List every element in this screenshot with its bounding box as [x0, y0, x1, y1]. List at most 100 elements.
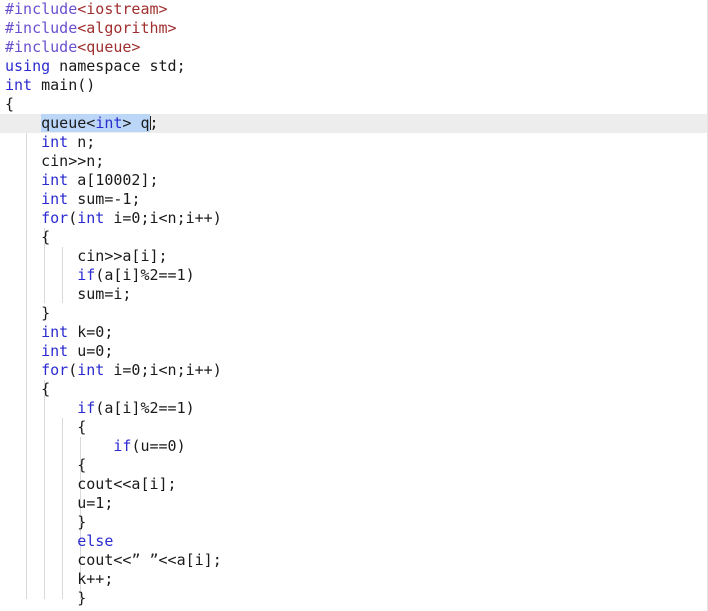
selection-highlight[interactable]: queue<int> q: [41, 114, 150, 132]
token-preprocessor: #include: [5, 19, 78, 37]
token-keyword-for: for: [41, 361, 69, 379]
token-text: <<a[i];: [158, 551, 222, 569]
code-editor[interactable]: #include<iostream> #include<algorithm> #…: [0, 0, 708, 611]
token-text: k=0;: [68, 323, 114, 341]
code-line-26[interactable]: cout<<a[i];: [0, 475, 707, 494]
token-text: sum=i;: [5, 285, 132, 303]
token-text: cout<<a[i];: [5, 475, 177, 493]
code-line-15[interactable]: if(a[i]%2==1): [0, 266, 707, 285]
token-number: 10002: [95, 171, 141, 189]
token-text: a[: [68, 171, 96, 189]
token-text: cout<<: [5, 551, 132, 569]
code-line-9[interactable]: cin>>n;: [0, 152, 707, 171]
token-keyword-int: int: [77, 209, 105, 227]
token-header: <queue>: [77, 38, 141, 56]
token-preprocessor: #include: [5, 0, 78, 18]
code-line-10[interactable]: int a[10002];: [0, 171, 707, 190]
token-keyword-int: int: [41, 171, 69, 189]
code-line-19[interactable]: int u=0;: [0, 342, 707, 361]
token-keyword-int: int: [41, 342, 69, 360]
token-brace-open: {: [5, 380, 51, 398]
code-lines[interactable]: #include<iostream> #include<algorithm> #…: [0, 0, 707, 608]
token-text: (: [68, 361, 78, 379]
code-line-1[interactable]: #include<iostream>: [0, 0, 707, 19]
token-text: k++;: [5, 570, 114, 588]
token-keyword-int: int: [41, 190, 69, 208]
code-line-25[interactable]: {: [0, 456, 707, 475]
code-line-23[interactable]: {: [0, 418, 707, 437]
code-line-28[interactable]: }: [0, 513, 707, 532]
token-brace-close: }: [5, 304, 51, 322]
token-text: cin>>n;: [5, 152, 105, 170]
token-header: <algorithm>: [77, 19, 177, 37]
token-text: (a[i]%2==1): [95, 399, 195, 417]
token-text: (: [68, 209, 78, 227]
code-line-27[interactable]: u=1;: [0, 494, 707, 513]
token-text: u=0;: [68, 342, 114, 360]
token-text: u=1;: [5, 494, 114, 512]
code-line-11[interactable]: int sum=-1;: [0, 190, 707, 209]
token-brace-open: {: [5, 95, 15, 113]
token-string: ” ”: [131, 551, 159, 569]
token-brace-close: }: [5, 513, 87, 531]
token-text: n;: [68, 133, 96, 151]
code-line-22[interactable]: if(a[i]%2==1): [0, 399, 707, 418]
token-text: cin>>a[i];: [5, 247, 168, 265]
token-brace-open: {: [5, 456, 87, 474]
token-keyword-int: int: [5, 76, 33, 94]
token-text: ;: [131, 190, 141, 208]
token-keyword-if: if: [77, 399, 96, 417]
token-keyword-using: using: [5, 57, 51, 75]
code-line-31[interactable]: k++;: [0, 570, 707, 589]
token-text: i=0;i<n;i++): [104, 361, 222, 379]
code-line-16[interactable]: sum=i;: [0, 285, 707, 304]
code-line-30[interactable]: cout<<” ”<<a[i];: [0, 551, 707, 570]
code-line-14[interactable]: cin>>a[i];: [0, 247, 707, 266]
code-line-20[interactable]: for(int i=0;i<n;i++): [0, 361, 707, 380]
token-brace-open: {: [5, 418, 87, 436]
code-line-21[interactable]: {: [0, 380, 707, 399]
code-line-13[interactable]: {: [0, 228, 707, 247]
code-line-17[interactable]: }: [0, 304, 707, 323]
token-keyword-if: if: [77, 266, 96, 284]
code-line-2[interactable]: #include<algorithm>: [0, 19, 707, 38]
token-text: (u==0): [131, 437, 186, 455]
token-keyword-int: int: [77, 361, 105, 379]
token-keyword-for: for: [41, 209, 69, 227]
token-text: sum=-: [68, 190, 123, 208]
code-line-5[interactable]: int main(): [0, 76, 707, 95]
token-brace-open: {: [5, 228, 51, 246]
code-line-32[interactable]: }: [0, 589, 707, 608]
code-line-3[interactable]: #include<queue>: [0, 38, 707, 57]
token-text: namespace std;: [50, 57, 186, 75]
code-line-24[interactable]: if(u==0): [0, 437, 707, 456]
token-text: ];: [140, 171, 159, 189]
token-header: <iostream>: [77, 0, 168, 18]
token-keyword-if: if: [113, 437, 132, 455]
code-line-4[interactable]: using namespace std;: [0, 57, 707, 76]
code-line-6[interactable]: {: [0, 95, 707, 114]
code-line-12[interactable]: for(int i=0;i<n;i++): [0, 209, 707, 228]
code-line-18[interactable]: int k=0;: [0, 323, 707, 342]
code-line-8[interactable]: int n;: [0, 133, 707, 152]
code-line-29[interactable]: else: [0, 532, 707, 551]
token-keyword-else: else: [77, 532, 114, 550]
token-keyword-int: int: [41, 133, 69, 151]
code-line-7-current[interactable]: queue<int> q;: [0, 114, 707, 133]
token-text: main(): [32, 76, 96, 94]
token-text: (a[i]%2==1): [95, 266, 195, 284]
token-semicolon: ;: [149, 114, 159, 132]
token-keyword-int: int: [41, 323, 69, 341]
